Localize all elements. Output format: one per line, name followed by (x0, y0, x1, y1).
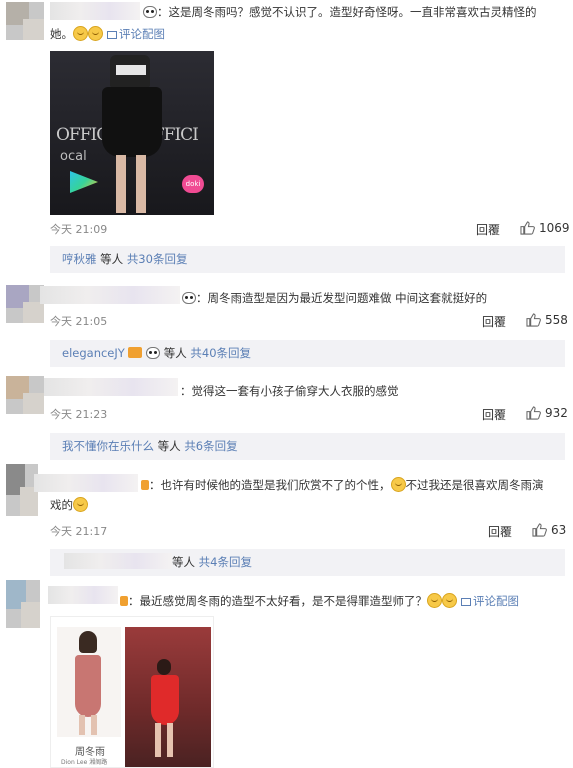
smile-emoji-icon (442, 593, 457, 608)
panda-emoji-icon (146, 347, 161, 359)
reply-author[interactable]: eleganceJY (62, 346, 125, 360)
thumbs-up-icon (532, 523, 547, 537)
comment-time: 今天 21:23 (50, 408, 108, 421)
comment-text: ：也许有时候他的造型是我们欣赏不了的个性， 不过我还是很喜欢周冬雨演 (141, 477, 544, 493)
panda-emoji-icon (182, 292, 196, 304)
username-blurred[interactable] (34, 474, 138, 492)
image-icon (461, 598, 471, 606)
reply-count-link[interactable]: 共30条回复 (127, 252, 188, 266)
view-image-link[interactable]: 评论配图 (119, 27, 165, 41)
like-button[interactable]: 558 (526, 313, 568, 327)
comment-text: ：这是周冬雨吗？感觉不认识了。造型好奇怪呀。一直非常喜欢古灵精怪的 (143, 4, 537, 20)
like-count: 63 (551, 523, 567, 537)
reply-button[interactable]: 回覆 (488, 523, 512, 540)
comment-text: ：觉得这一套有小孩子偷穿大人衣服的感觉 (180, 384, 399, 398)
thumbs-up-icon (526, 406, 541, 420)
avatar[interactable] (6, 580, 40, 628)
reply-button[interactable]: 回覆 (482, 313, 506, 330)
reply-summary[interactable]: 我不懂你在乐什么 等人 共6条回复 (50, 433, 565, 460)
reply-summary[interactable]: 等人 共4条回复 (50, 549, 565, 576)
reply-author[interactable]: 哼秋雅 (62, 252, 97, 266)
comment-time: 今天 21:17 (50, 525, 108, 538)
smile-emoji-icon (427, 593, 442, 608)
like-count: 932 (545, 406, 568, 420)
comment-text: ：最近感觉周冬雨的造型不太好看，是不是得罪造型师了？ 评论配图 (120, 593, 519, 609)
avatar[interactable] (6, 285, 44, 323)
reply-count-link[interactable]: 共40条回复 (190, 346, 251, 360)
thumbs-up-icon (520, 221, 535, 235)
username-blurred[interactable] (40, 286, 180, 304)
reply-author[interactable]: 我不懂你在乐什么 (62, 439, 154, 453)
comment-text: ：周冬雨造型是因为最近发型问题难做 中间这套就挺好的 (182, 290, 487, 306)
comment-text-line2: 她。 评论配图 (50, 26, 165, 41)
avatar[interactable] (6, 376, 44, 414)
like-button[interactable]: 932 (526, 406, 568, 420)
crown-emoji-icon (141, 480, 149, 490)
thumbs-up-icon (526, 313, 541, 327)
reply-summary[interactable]: 哼秋雅 等人 共30条回复 (50, 246, 565, 273)
smile-emoji-icon (73, 26, 88, 41)
reply-author-blurred[interactable] (64, 553, 172, 569)
username-blurred[interactable] (44, 378, 178, 396)
comment-time: 今天 21:05 (50, 315, 108, 328)
crown-emoji-icon (120, 596, 128, 606)
comment-text-line2: 戏的 (50, 497, 88, 513)
reply-count-link[interactable]: 共6条回复 (184, 439, 237, 453)
username-blurred[interactable] (50, 2, 140, 20)
comment-photo[interactable]: 周冬雨 Dion Lee 湘阁路 (50, 616, 214, 768)
username-blurred[interactable] (48, 586, 118, 604)
comment-photo[interactable]: OFFICIAL OFFICI ocal doki (50, 51, 214, 215)
like-button[interactable]: 63 (532, 523, 566, 537)
reply-button[interactable]: 回覆 (476, 221, 500, 238)
like-count: 558 (545, 313, 568, 327)
like-button[interactable]: 1069 (520, 221, 570, 235)
laugh-cry-emoji-icon (390, 477, 406, 492)
image-icon (107, 31, 117, 39)
like-count: 1069 (539, 221, 570, 235)
doki-logo-icon: doki (182, 175, 204, 193)
view-image-link[interactable]: 评论配图 (473, 594, 519, 608)
reply-count-link[interactable]: 共4条回复 (199, 555, 252, 569)
photo-caption: 周冬雨 (75, 747, 105, 758)
comment-time: 今天 21:09 (50, 223, 108, 236)
photo-caption-small: Dion Lee 湘阁路 (61, 759, 108, 766)
panda-emoji-icon (143, 6, 157, 18)
avatar[interactable] (6, 2, 44, 40)
smile-emoji-icon (88, 26, 103, 41)
crown-emoji-icon (128, 347, 143, 358)
reply-button[interactable]: 回覆 (482, 406, 506, 423)
smile-emoji-icon (73, 497, 88, 512)
reply-summary[interactable]: eleganceJY 等人 共40条回复 (50, 340, 565, 367)
